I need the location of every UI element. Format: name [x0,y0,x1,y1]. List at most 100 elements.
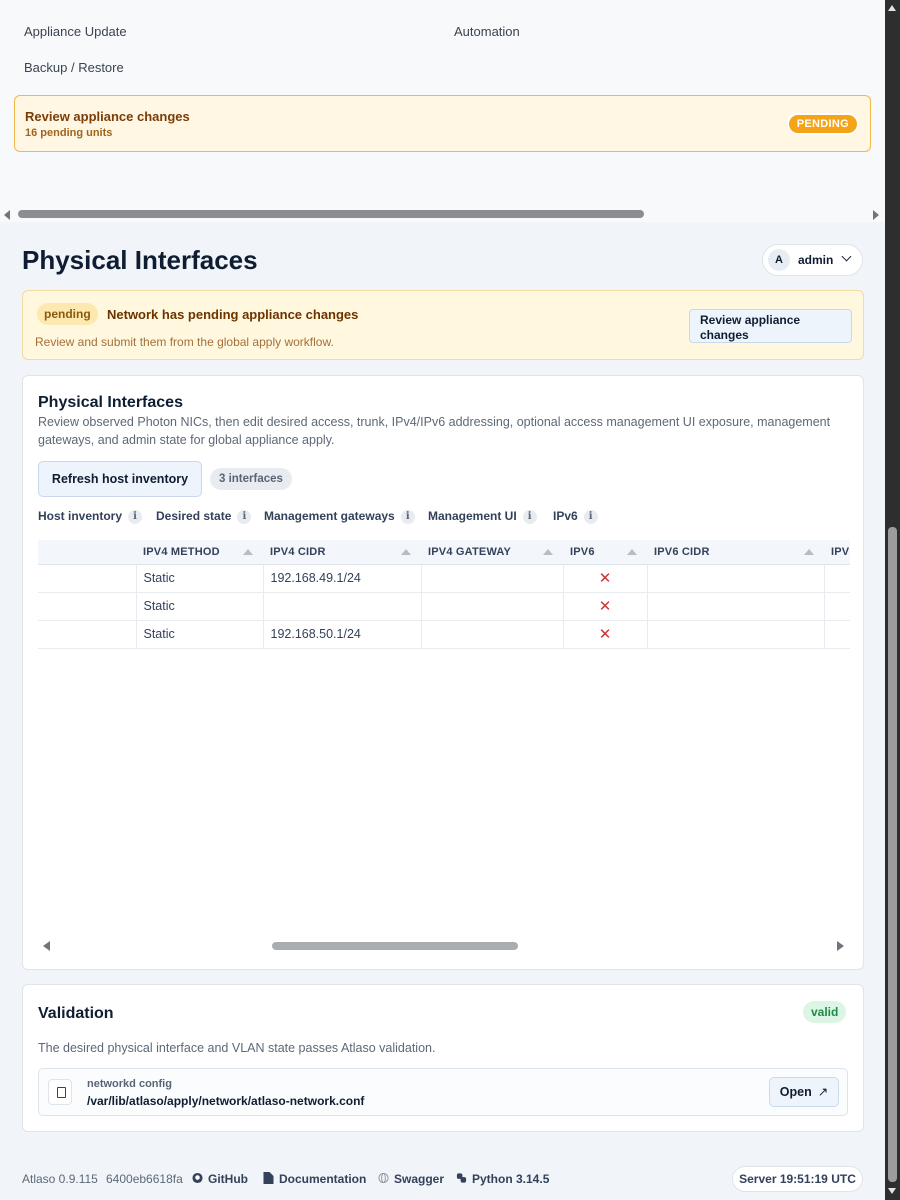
swagger-link[interactable]: Swagger [378,1172,444,1186]
validation-card: Validation valid The desired physical in… [22,984,864,1132]
chevron-down-icon [841,251,852,262]
table-cell [262,592,421,621]
table-cell: Static [135,564,263,593]
scrollbar-thumb[interactable] [272,942,518,950]
table-cell: 192.168.49.1/24 [262,564,421,593]
table-row[interactable]: Static ✕ [38,592,850,621]
table-cell [646,620,824,649]
ipv6-disabled-icon: ✕ [562,564,647,593]
file-icon [48,1079,72,1105]
info-icon[interactable]: i [400,510,415,524]
column-header[interactable]: IPV [824,540,850,565]
tab-ipv6[interactable]: IPv6 i [553,509,598,524]
scroll-left-arrow-icon[interactable] [43,941,50,951]
tab-management-ui[interactable]: Management UI i [428,509,537,524]
scroll-up-arrow-icon[interactable] [888,5,896,11]
python-version: Python 3.14.5 [456,1172,549,1186]
table-cell [420,592,563,621]
table-cell: Static [135,592,263,621]
top-horizontal-scrollbar[interactable] [0,206,885,222]
menu-item-automation[interactable]: Automation [454,24,520,39]
column-header-label: IPV6 CIDR [654,545,710,558]
table-cell [38,592,136,621]
python-label: Python 3.14.5 [472,1172,550,1186]
section-title: Physical Interfaces [38,394,183,411]
github-label: GitHub [208,1172,248,1186]
column-header[interactable]: IPV4 GATEWAY [421,540,563,565]
validation-description: The desired physical interface and VLAN … [38,1041,436,1055]
column-header[interactable]: IPV6 [563,540,647,565]
info-icon[interactable]: i [237,510,252,524]
tab-label: Management gateways [264,509,395,523]
user-menu-button[interactable]: A admin [762,244,863,276]
open-config-button[interactable]: Open ↗ [769,1077,839,1107]
table-cell: Static [135,620,263,649]
documentation-label: Documentation [279,1172,367,1186]
info-icon[interactable]: i [522,510,537,524]
config-label: networkd config [87,1078,172,1090]
column-header[interactable]: IPV6 CIDR [647,540,824,565]
app-version: Atlaso 0.9.115 [22,1172,98,1186]
documentation-link[interactable]: Documentation [263,1172,366,1186]
review-banner-subtitle: 16 pending units [25,127,113,139]
column-header[interactable]: V6 [38,540,136,565]
column-header-label: IPV6 [570,545,595,558]
refresh-host-inventory-button[interactable]: Refresh host inventory [38,461,202,497]
menu-item-backup-restore[interactable]: Backup / Restore [24,60,124,75]
tab-desired-state[interactable]: Desired state i [156,509,252,524]
interfaces-table: V6 IPV4 METHOD IPV4 CIDR IPV4 GATEWAY IP… [38,540,850,649]
column-header[interactable]: IPV4 CIDR [263,540,421,565]
column-header-label: IPV4 CIDR [270,545,326,558]
sort-icon[interactable] [804,549,814,555]
review-appliance-changes-button[interactable]: Review appliance changes [689,309,852,343]
pending-message: Network has pending appliance changes [107,307,359,322]
top-navigation-panel: · Appliance Update Automation Backup / R… [0,0,885,222]
sort-icon[interactable] [627,549,637,555]
sort-icon[interactable] [543,549,553,555]
column-header[interactable]: IPV4 METHOD [136,540,263,565]
table-cell [646,564,824,593]
column-header-label: IPV [831,545,850,558]
section-description: Review observed Photon NICs, then edit d… [38,415,831,447]
scrollbar-thumb[interactable] [18,210,644,218]
scroll-right-arrow-icon[interactable] [873,210,879,220]
pending-hint: Review and submit them from the global a… [35,335,334,349]
pending-status-badge: PENDING [786,113,859,135]
table-cell [646,592,824,621]
sort-icon[interactable] [401,549,411,555]
networkd-config-row: networkd config /var/lib/atlaso/apply/ne… [38,1068,848,1116]
scroll-down-arrow-icon[interactable] [888,1188,896,1194]
sort-icon[interactable] [243,549,253,555]
github-link[interactable]: GitHub [192,1172,248,1186]
pending-chip: pending [37,303,98,325]
table-header-row: V6 IPV4 METHOD IPV4 CIDR IPV4 GATEWAY IP… [38,540,850,565]
page-vertical-scrollbar[interactable] [885,0,900,1200]
table-cell [823,564,850,593]
table-horizontal-scrollbar[interactable] [39,939,849,953]
commit-hash: 6400eb6618fa [106,1172,183,1186]
pending-changes-banner: pending Network has pending appliance ch… [22,290,864,360]
github-icon [192,1172,203,1184]
menu-item-appliance-update[interactable]: Appliance Update [24,24,127,39]
review-appliance-changes-banner[interactable]: Review appliance changes 16 pending unit… [14,95,871,152]
table-cell [38,564,136,593]
table-cell [823,620,850,649]
scroll-right-arrow-icon[interactable] [837,941,844,951]
info-icon[interactable]: i [128,510,143,524]
page-title: Physical Interfaces [22,245,258,275]
validation-title: Validation [38,1005,114,1022]
user-name: admin [798,253,834,267]
table-cell [38,620,136,649]
tab-host-inventory[interactable]: Host inventory i [38,509,143,524]
scroll-left-arrow-icon[interactable] [4,210,10,220]
python-icon [456,1173,467,1183]
info-icon[interactable]: i [583,510,598,524]
avatar: A [768,249,790,271]
tab-label: Management UI [428,509,517,523]
table-row[interactable]: Static 192.168.49.1/24 ✕ [38,564,850,593]
vertical-scrollbar-thumb[interactable] [888,527,897,1182]
tab-management-gateways[interactable]: Management gateways i [264,509,415,524]
table-row[interactable]: Static 192.168.50.1/24 ✕ [38,620,850,649]
globe-icon [378,1172,389,1184]
interface-count-badge: 3 interfaces [210,468,292,490]
